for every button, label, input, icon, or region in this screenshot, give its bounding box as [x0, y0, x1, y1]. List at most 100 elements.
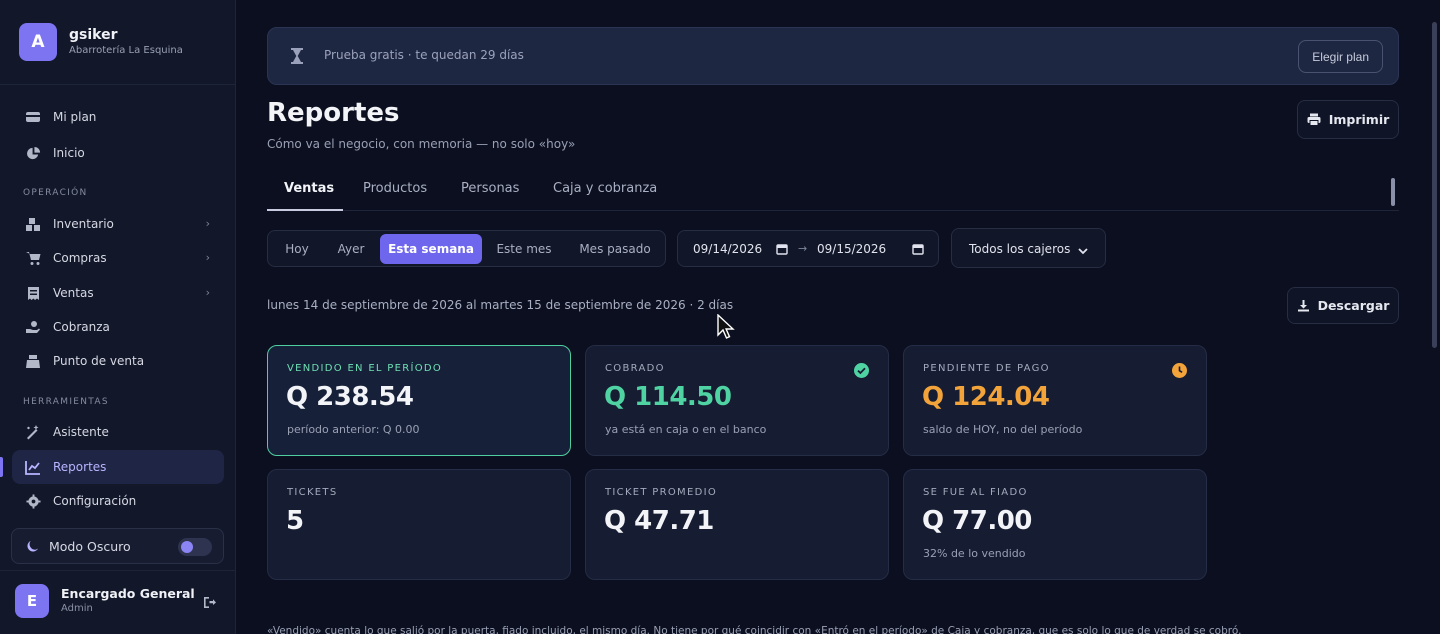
kpi-card-vendido: VENDIDO EN EL PERÍODO Q 238.54 período a…	[267, 345, 571, 456]
download-label: Descargar	[1317, 298, 1390, 313]
kpi-card-cobrado: COBRADO Q 114.50 ya está en caja o en el…	[585, 345, 889, 456]
kpi-value: Q 47.71	[604, 506, 714, 536]
sidebar-item-asistente[interactable]: Asistente	[12, 415, 224, 449]
sidebar-item-label: Inventario	[53, 217, 114, 231]
dark-mode-toggle[interactable]: Modo Oscuro	[11, 528, 224, 564]
sidebar-item-label: Compras	[53, 251, 107, 265]
cashier-select-value: Todos los cajeros	[969, 242, 1071, 256]
mouse-cursor-icon	[717, 313, 735, 344]
kpi-value: Q 77.00	[922, 506, 1032, 536]
period-mes-pasado[interactable]: Mes pasado	[566, 234, 664, 264]
page-scrollbar[interactable]	[1432, 22, 1437, 348]
date-from-input[interactable]: 09/14/2026	[693, 242, 762, 256]
clock-icon	[1172, 363, 1187, 378]
sidebar-item-reportes[interactable]: Reportes	[12, 450, 224, 484]
active-tab-underline	[267, 209, 343, 211]
kpi-subtext: saldo de HOY, no del período	[923, 423, 1083, 436]
sidebar-item-ventas[interactable]: Ventas ›	[12, 276, 224, 310]
chevron-right-icon: ›	[205, 251, 210, 264]
user-profile[interactable]: E Encargado General Admin	[15, 584, 195, 618]
calendar-icon[interactable]	[776, 243, 788, 258]
cashier-select[interactable]: Todos los cajeros	[951, 228, 1106, 268]
cart-icon	[25, 250, 41, 266]
kpi-label: SE FUE AL FIADO	[923, 487, 1028, 498]
gear-icon	[25, 493, 41, 509]
section-label-operacion: OPERACIÓN	[23, 188, 88, 198]
kpi-subtext: 32% de lo vendido	[923, 547, 1026, 560]
period-selector: Hoy Ayer Esta semana Este mes Mes pasado	[267, 230, 666, 267]
sidebar-item-inicio[interactable]: Inicio	[12, 136, 224, 170]
period-ayer[interactable]: Ayer	[326, 234, 376, 264]
kpi-label: TICKET PROMEDIO	[605, 487, 718, 498]
calendar-icon[interactable]	[912, 243, 924, 258]
logout-icon[interactable]	[203, 594, 217, 613]
sidebar-item-label: Asistente	[53, 425, 109, 439]
tab-ventas[interactable]: Ventas	[284, 181, 334, 196]
kpi-card-tickets: TICKETS 5	[267, 469, 571, 580]
kpi-value: Q 114.50	[604, 382, 732, 412]
kpi-label: PENDIENTE DE PAGO	[923, 363, 1050, 374]
download-icon	[1297, 300, 1309, 312]
kpi-value: Q 238.54	[286, 382, 414, 412]
sidebar-item-punto-de-venta[interactable]: Punto de venta	[12, 344, 224, 378]
brand-name: gsiker	[69, 26, 118, 43]
kpi-value: Q 124.04	[922, 382, 1050, 412]
sidebar-item-compras[interactable]: Compras ›	[12, 241, 224, 275]
receipt-icon	[25, 285, 41, 301]
sidebar-divider	[0, 570, 236, 571]
period-esta-semana[interactable]: Esta semana	[380, 234, 482, 264]
date-separator: →	[798, 242, 808, 255]
kpi-subtext: período anterior: Q 0.00	[287, 423, 420, 436]
kpi-subtext: ya está en caja o en el banco	[605, 423, 767, 436]
sidebar-item-configuracion[interactable]: Configuración	[12, 484, 224, 518]
date-range: 09/14/2026 → 09/15/2026	[677, 230, 939, 267]
range-description: lunes 14 de septiembre de 2026 al martes…	[267, 298, 734, 312]
print-button[interactable]: Imprimir	[1297, 100, 1399, 139]
sidebar-item-cobranza[interactable]: Cobranza	[12, 310, 224, 344]
tab-productos[interactable]: Productos	[363, 181, 427, 196]
tabs-scroll-handle[interactable]	[1391, 178, 1395, 206]
choose-plan-button[interactable]: Elegir plan	[1298, 40, 1383, 73]
page-subtitle: Cómo va el negocio, con memoria — no sol…	[267, 137, 576, 151]
printer-icon	[1307, 113, 1321, 126]
brand[interactable]: A gsiker Abarrotería La Esquina	[19, 23, 183, 61]
sidebar-item-mi-plan[interactable]: Mi plan	[12, 100, 224, 134]
active-indicator	[0, 457, 3, 477]
dark-mode-switch[interactable]	[178, 538, 212, 556]
download-button[interactable]: Descargar	[1287, 287, 1399, 324]
moon-icon	[26, 540, 39, 553]
date-to-input[interactable]: 09/15/2026	[817, 242, 886, 256]
chevron-right-icon: ›	[205, 217, 210, 230]
check-circle-icon	[854, 363, 869, 378]
page-title: Reportes	[267, 98, 400, 128]
sidebar: A gsiker Abarrotería La Esquina Mi plan …	[0, 0, 236, 634]
tab-caja-y-cobranza[interactable]: Caja y cobranza	[553, 181, 657, 196]
pie-chart-icon	[25, 145, 41, 161]
magic-wand-icon	[25, 424, 41, 440]
sidebar-item-inventario[interactable]: Inventario ›	[12, 207, 224, 241]
user-role: Admin	[61, 603, 93, 614]
section-label-herramientas: HERRAMIENTAS	[23, 397, 109, 407]
card-icon	[25, 109, 41, 125]
trial-banner: Prueba gratis · te quedan 29 días Elegir…	[267, 27, 1399, 85]
sidebar-item-label: Cobranza	[53, 320, 110, 334]
user-name: Encargado General	[61, 586, 195, 601]
period-hoy[interactable]: Hoy	[272, 234, 322, 264]
print-label: Imprimir	[1328, 112, 1390, 127]
kpi-card-fiado: SE FUE AL FIADO Q 77.00 32% de lo vendid…	[903, 469, 1207, 580]
kpi-label: COBRADO	[605, 363, 665, 374]
cash-register-icon	[25, 353, 41, 369]
sidebar-item-label: Punto de venta	[53, 354, 145, 368]
avatar: E	[15, 584, 49, 618]
report-tabs: Ventas Productos Personas Caja y cobranz…	[267, 172, 1399, 211]
kpi-value: 5	[286, 506, 304, 536]
kpi-label: VENDIDO EN EL PERÍODO	[287, 363, 443, 374]
kpi-card-ticket-promedio: TICKET PROMEDIO Q 47.71	[585, 469, 889, 580]
kpi-label: TICKETS	[287, 487, 338, 498]
period-este-mes[interactable]: Este mes	[486, 234, 562, 264]
kpi-card-pendiente: PENDIENTE DE PAGO Q 124.04 saldo de HOY,…	[903, 345, 1207, 456]
chevron-down-icon	[1078, 244, 1088, 258]
sidebar-item-label: Ventas	[53, 286, 94, 300]
tab-personas[interactable]: Personas	[461, 181, 519, 196]
brand-avatar: A	[19, 23, 57, 61]
